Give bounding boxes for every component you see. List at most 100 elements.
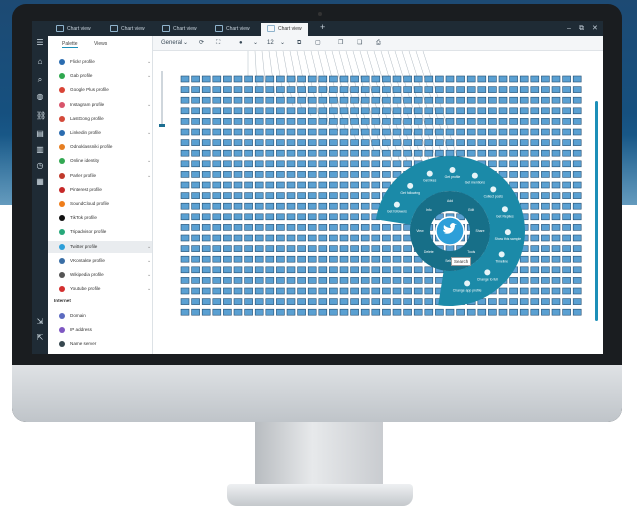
graph-node[interactable] <box>509 128 518 136</box>
graph-node[interactable] <box>572 245 582 252</box>
graph-node[interactable] <box>180 171 190 178</box>
graph-node[interactable] <box>339 128 349 136</box>
graph-node[interactable] <box>339 277 349 284</box>
graph-node[interactable] <box>541 181 550 189</box>
graph-node[interactable] <box>286 128 296 136</box>
graph-node[interactable] <box>307 298 317 305</box>
graph-node[interactable] <box>572 86 582 93</box>
graph-node[interactable] <box>329 171 338 178</box>
layout-dropdown[interactable]: General <box>161 38 182 48</box>
graph-node[interactable] <box>509 107 518 115</box>
graph-node[interactable] <box>572 149 582 157</box>
graph-node[interactable] <box>530 160 540 168</box>
restore-button[interactable]: ⧉ <box>579 23 584 34</box>
graph-node[interactable] <box>244 202 253 210</box>
graph-node[interactable] <box>530 298 540 305</box>
graph-node[interactable] <box>572 139 582 146</box>
graph-node[interactable] <box>541 118 550 125</box>
graph-node[interactable] <box>233 255 243 263</box>
graph-node[interactable] <box>180 277 190 284</box>
graph-node[interactable] <box>223 107 232 115</box>
graph-node[interactable] <box>254 118 264 125</box>
graph-node[interactable] <box>371 75 381 83</box>
graph-node[interactable] <box>329 255 338 263</box>
graph-node[interactable] <box>180 245 190 252</box>
graph-node[interactable] <box>233 171 243 178</box>
graph-node[interactable] <box>371 107 381 115</box>
graph-node[interactable] <box>424 86 434 93</box>
graph-node[interactable] <box>233 266 243 274</box>
graph-node[interactable] <box>530 213 540 221</box>
graph-node[interactable] <box>244 107 253 115</box>
home-icon[interactable]: ⌂ <box>36 58 44 66</box>
graph-node[interactable] <box>318 192 328 199</box>
graph-node[interactable] <box>360 255 370 263</box>
graph-node[interactable] <box>572 213 582 221</box>
graph-node[interactable] <box>562 213 571 221</box>
graph-node[interactable] <box>254 160 264 168</box>
graph-node[interactable] <box>212 171 222 178</box>
graph-node[interactable] <box>286 181 296 189</box>
graph-node[interactable] <box>318 149 328 157</box>
graph-node[interactable] <box>223 255 232 263</box>
graph-node[interactable] <box>456 96 465 104</box>
graph-node[interactable] <box>488 107 497 115</box>
graph-node[interactable] <box>541 96 550 104</box>
graph-node[interactable] <box>318 277 328 284</box>
graph-node[interactable] <box>360 298 370 305</box>
graph-node[interactable] <box>519 75 529 83</box>
graph-node[interactable] <box>350 245 359 252</box>
graph-node[interactable] <box>233 139 243 146</box>
graph-node[interactable] <box>244 308 253 316</box>
canvas-scrollbar[interactable] <box>595 101 598 321</box>
graph-node[interactable] <box>562 149 571 157</box>
graph-node[interactable] <box>201 86 211 93</box>
graph-node[interactable] <box>191 266 200 274</box>
graph-node[interactable] <box>276 298 285 305</box>
graph-node[interactable] <box>562 128 571 136</box>
graph-node[interactable] <box>541 298 550 305</box>
graph-node[interactable] <box>233 298 243 305</box>
search-icon[interactable]: ⌕ <box>36 76 44 84</box>
graph-node[interactable] <box>254 75 264 83</box>
graph-node[interactable] <box>551 118 561 125</box>
graph-node[interactable] <box>244 224 253 231</box>
palette-item[interactable]: Gab profile ⌄ <box>48 70 152 82</box>
graph-node[interactable] <box>329 298 338 305</box>
graph-node[interactable] <box>318 86 328 93</box>
graph-node[interactable] <box>212 118 222 125</box>
graph-node[interactable] <box>318 75 328 83</box>
graph-node[interactable] <box>244 245 253 252</box>
graph-node[interactable] <box>424 75 434 83</box>
palette-item[interactable]: SoundCloud profile <box>48 198 152 210</box>
graph-node[interactable] <box>350 171 359 178</box>
graph-node[interactable] <box>403 75 412 83</box>
graph-node[interactable] <box>223 149 232 157</box>
chart-icon[interactable]: ▥ <box>36 146 44 154</box>
graph-node[interactable] <box>519 128 529 136</box>
graph-node[interactable] <box>445 86 455 93</box>
graph-node[interactable] <box>307 75 317 83</box>
graph-node[interactable] <box>318 171 328 178</box>
graph-node[interactable] <box>307 171 317 178</box>
graph-node[interactable] <box>201 255 211 263</box>
graph-node[interactable] <box>212 277 222 284</box>
graph-node[interactable] <box>286 308 296 316</box>
graph-node[interactable] <box>180 234 190 242</box>
graph-node[interactable] <box>562 277 571 284</box>
graph-node[interactable] <box>456 86 465 93</box>
graph-node[interactable] <box>498 118 508 125</box>
graph-node[interactable] <box>530 234 540 242</box>
graph-node[interactable] <box>254 202 264 210</box>
graph-node[interactable] <box>223 266 232 274</box>
radial-inner-label[interactable]: Info <box>426 208 432 212</box>
graph-node[interactable] <box>339 107 349 115</box>
graph-node[interactable] <box>297 86 306 93</box>
graph-node[interactable] <box>360 139 370 146</box>
graph-node[interactable] <box>265 287 275 295</box>
graph-node[interactable] <box>244 118 253 125</box>
graph-node[interactable] <box>307 192 317 199</box>
graph-node[interactable] <box>509 96 518 104</box>
graph-node[interactable] <box>318 255 328 263</box>
graph-node[interactable] <box>201 192 211 199</box>
